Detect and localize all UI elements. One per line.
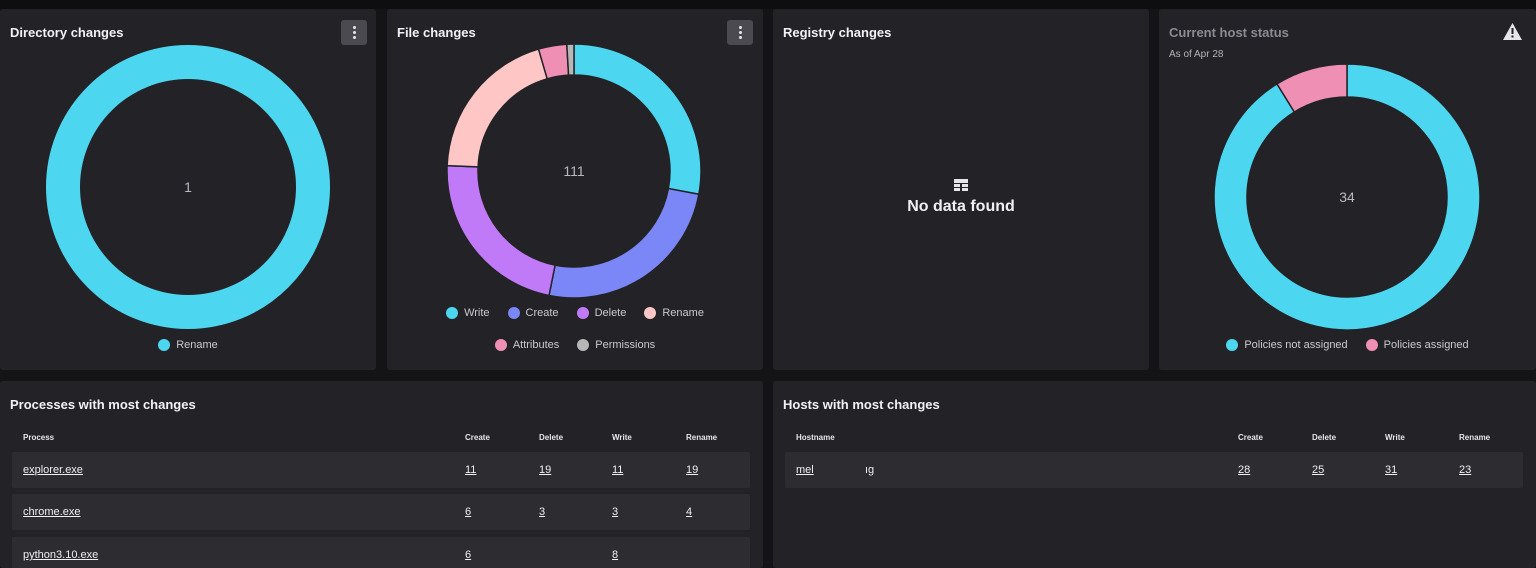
write-count-link[interactable]: 8 bbox=[612, 549, 618, 561]
legend-item-create[interactable]: Create bbox=[507, 307, 559, 319]
table-row[interactable]: python3.10.exe 6 8 bbox=[12, 537, 750, 568]
write-count-link[interactable]: 11 bbox=[612, 464, 623, 476]
legend-label: Delete bbox=[594, 307, 627, 319]
legend-item-rename[interactable]: Rename bbox=[158, 339, 218, 351]
legend-label: Write bbox=[464, 307, 490, 319]
column-header-create[interactable]: Create bbox=[1238, 433, 1263, 442]
column-header-hostname[interactable]: Hostname bbox=[796, 433, 835, 442]
delete-count-link[interactable]: 25 bbox=[1312, 464, 1324, 476]
empty-state: No data found bbox=[773, 179, 1149, 216]
legend-swatch bbox=[507, 307, 520, 319]
legend-label: Rename bbox=[176, 339, 218, 351]
chart-legend: Write Create Delete Rename bbox=[387, 307, 763, 319]
registry-changes-panel: Registry changes No data found bbox=[773, 9, 1149, 370]
chart-legend: Attributes Permissions bbox=[387, 339, 763, 351]
file-changes-panel: File changes 111 Write Create Delete Rename… bbox=[387, 9, 763, 370]
legend-item-permissions[interactable]: Permissions bbox=[577, 339, 655, 351]
delete-count-link[interactable]: 19 bbox=[539, 464, 551, 476]
legend-item-attributes[interactable]: Attributes bbox=[494, 339, 560, 351]
legend-item-policies-not-assigned[interactable]: Policies not assigned bbox=[1226, 339, 1348, 351]
create-count-link[interactable]: 6 bbox=[465, 549, 471, 561]
table-row[interactable]: mel ıg 28 25 31 23 bbox=[785, 452, 1523, 488]
hostname-tail: ıg bbox=[865, 464, 875, 476]
chart-legend: Rename bbox=[0, 339, 376, 351]
column-header-write[interactable]: Write bbox=[612, 433, 632, 442]
process-name-link[interactable]: chrome.exe bbox=[23, 506, 80, 518]
column-header-rename[interactable]: Rename bbox=[686, 433, 717, 442]
legend-swatch bbox=[577, 339, 590, 351]
legend-label: Attributes bbox=[512, 339, 560, 351]
rename-count-link[interactable]: 19 bbox=[686, 464, 698, 476]
donut-total: 111 bbox=[563, 163, 585, 179]
donut-slice-rename[interactable] bbox=[446, 48, 549, 168]
delete-count-link[interactable]: 3 bbox=[539, 506, 545, 518]
process-name-link[interactable]: explorer.exe bbox=[23, 464, 83, 476]
create-count-link[interactable]: 11 bbox=[465, 464, 476, 476]
legend-label: Rename bbox=[662, 307, 704, 319]
legend-item-delete[interactable]: Delete bbox=[576, 307, 627, 319]
legend-swatch bbox=[494, 339, 507, 351]
column-header-delete[interactable]: Delete bbox=[1312, 433, 1336, 442]
create-count-link[interactable]: 28 bbox=[1238, 464, 1250, 476]
legend-label: Policies not assigned bbox=[1244, 339, 1348, 351]
table-row[interactable]: chrome.exe 6 3 3 4 bbox=[12, 494, 750, 530]
legend-label: Create bbox=[525, 307, 559, 319]
column-header-create[interactable]: Create bbox=[465, 433, 490, 442]
donut-slice-delete[interactable] bbox=[446, 164, 556, 297]
donut-total: 1 bbox=[184, 179, 192, 195]
legend-swatch bbox=[576, 307, 589, 319]
donut-slice-permissions[interactable] bbox=[566, 43, 575, 76]
donut-slice-create[interactable] bbox=[548, 187, 700, 299]
legend-item-policies-assigned[interactable]: Policies assigned bbox=[1365, 339, 1469, 351]
column-header-rename[interactable]: Rename bbox=[1459, 433, 1490, 442]
legend-label: Permissions bbox=[595, 339, 656, 351]
rename-count-link[interactable]: 4 bbox=[686, 506, 692, 518]
column-header-delete[interactable]: Delete bbox=[539, 433, 563, 442]
legend-item-rename[interactable]: Rename bbox=[644, 307, 704, 319]
write-count-link[interactable]: 3 bbox=[612, 506, 618, 518]
hostname-link[interactable]: mel bbox=[796, 464, 814, 476]
directory-changes-panel: Directory changes 1 Rename bbox=[0, 9, 376, 370]
panel-title: Registry changes bbox=[783, 25, 892, 40]
column-header-write[interactable]: Write bbox=[1385, 433, 1405, 442]
column-header-process[interactable]: Process bbox=[23, 433, 54, 442]
processes-panel: Processes with most changes Process Crea… bbox=[0, 381, 763, 568]
legend-item-write[interactable]: Write bbox=[446, 307, 490, 319]
create-count-link[interactable]: 6 bbox=[465, 506, 471, 518]
legend-swatch bbox=[1226, 339, 1239, 351]
legend-swatch bbox=[158, 339, 171, 351]
rename-count-link[interactable]: 23 bbox=[1459, 464, 1471, 476]
chart-legend: Policies not assigned Policies assigned bbox=[1159, 339, 1536, 351]
table-icon bbox=[954, 179, 968, 192]
write-count-link[interactable]: 31 bbox=[1385, 464, 1397, 476]
panel-title: Hosts with most changes bbox=[783, 397, 940, 412]
table-row[interactable]: explorer.exe 11 19 11 19 bbox=[12, 452, 750, 488]
legend-swatch bbox=[446, 307, 459, 319]
legend-swatch bbox=[1365, 339, 1378, 351]
process-name-link[interactable]: python3.10.exe bbox=[23, 549, 98, 561]
legend-swatch bbox=[644, 307, 657, 319]
host-status-panel: Current host status As of Apr 28 34 Poli… bbox=[1159, 9, 1536, 370]
top-strip bbox=[0, 0, 1536, 9]
legend-label: Policies assigned bbox=[1383, 339, 1469, 351]
empty-state-text: No data found bbox=[907, 198, 1015, 215]
panel-title: Processes with most changes bbox=[10, 397, 196, 412]
donut-total: 34 bbox=[1339, 189, 1355, 205]
hosts-panel: Hosts with most changes Hostname Create … bbox=[773, 381, 1536, 568]
